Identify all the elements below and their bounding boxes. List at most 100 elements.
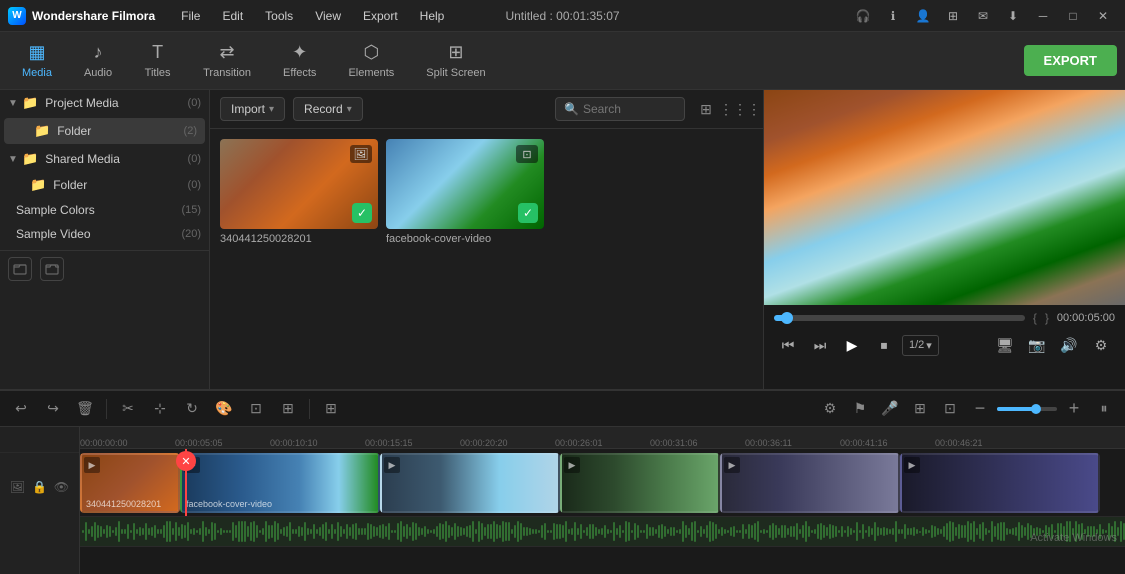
speed-selector[interactable]: 1/2 ▾ <box>902 335 939 356</box>
audio-btn[interactable]: ⊞ <box>275 396 301 422</box>
waveform-bar <box>526 527 528 537</box>
waveform-bar <box>388 523 390 539</box>
play-button[interactable]: ▶ <box>838 331 866 359</box>
grid-icon[interactable]: ⊞ <box>939 5 967 27</box>
export-button[interactable]: EXPORT <box>1024 45 1117 76</box>
sidebar-item-project-media[interactable]: ▼ 📁 Project Media (0) <box>0 90 209 116</box>
menu-edit[interactable]: Edit <box>212 5 253 27</box>
zoom-slider[interactable] <box>997 407 1057 411</box>
menu-help[interactable]: Help <box>410 5 455 27</box>
filter-button[interactable]: ⊞ <box>693 96 719 122</box>
stop-button[interactable]: ⏹ <box>870 331 898 359</box>
track-eye-icon[interactable]: 👁 <box>53 478 71 496</box>
menu-export[interactable]: Export <box>353 5 408 27</box>
settings-icon[interactable]: ⚙ <box>817 396 843 422</box>
waveform-bar <box>1018 522 1020 541</box>
sidebar-item-sample-colors[interactable]: Sample Colors (15) <box>0 198 209 222</box>
skip-back-button[interactable]: ⏮ <box>774 331 802 359</box>
track-lock-icon[interactable]: 🔒 <box>31 478 49 496</box>
waveform-bar <box>997 523 999 540</box>
video-clip-1[interactable]: ▶ 340441250028201 <box>80 453 180 513</box>
video-clip-2[interactable]: ▶ facebook-cover-video <box>180 453 380 513</box>
sidebar-item-shared-media[interactable]: ▼ 📁 Shared Media (0) <box>0 146 209 172</box>
video-clip-4[interactable]: ▶ <box>560 453 720 513</box>
record-button[interactable]: Record ▾ <box>293 97 363 121</box>
video-clip-5[interactable]: ▶ <box>720 453 900 513</box>
waveform-bar <box>751 525 753 538</box>
color-button[interactable]: 🎨 <box>211 396 237 422</box>
waveform-bar <box>703 529 705 534</box>
download-icon[interactable]: ⬇ <box>999 5 1027 27</box>
maximize-button[interactable]: □ <box>1059 5 1087 27</box>
waveform-bar <box>580 524 582 539</box>
waveform-bar <box>442 524 444 538</box>
waveform-bar <box>292 529 294 534</box>
menu-tools[interactable]: Tools <box>255 5 303 27</box>
delete-button[interactable]: 🗑 <box>72 396 98 422</box>
tab-audio[interactable]: ♪ Audio <box>70 36 126 86</box>
playhead-handle[interactable]: ✕ <box>176 451 196 471</box>
remove-folder-button[interactable] <box>40 257 64 281</box>
media-item-video1[interactable]: 🖼 ✓ 340441250028201 <box>220 139 378 245</box>
video-clip-6[interactable]: ▶ <box>900 453 1100 513</box>
undo-button[interactable]: ↩ <box>8 396 34 422</box>
tab-elements[interactable]: ⬡ Elements <box>334 36 408 86</box>
tab-splitscreen[interactable]: ⊞ Split Screen <box>412 36 499 86</box>
import-button[interactable]: Import ▾ <box>220 97 285 121</box>
playhead[interactable]: ✕ <box>185 449 187 516</box>
mic-button[interactable]: 🎤 <box>877 396 903 422</box>
waveform-bar <box>874 522 876 540</box>
headphone-icon[interactable]: 🎧 <box>849 5 877 27</box>
zoom-in-button[interactable]: + <box>1061 396 1087 422</box>
titlebar: W Wondershare Filmora File Edit Tools Vi… <box>0 0 1125 32</box>
marker-button[interactable]: ⚑ <box>847 396 873 422</box>
grid-view-button[interactable]: ⋮⋮⋮ <box>727 96 753 122</box>
waveform-bar <box>943 526 945 536</box>
zoom-out-button[interactable]: − <box>967 396 993 422</box>
menu-view[interactable]: View <box>305 5 351 27</box>
tab-effects[interactable]: ✦ Effects <box>269 36 330 86</box>
menu-file[interactable]: File <box>171 5 210 27</box>
info-icon[interactable]: ℹ <box>879 5 907 27</box>
waveform-bar <box>763 529 765 535</box>
step-back-button[interactable]: ⏭ <box>806 331 834 359</box>
sidebar-item-shared-folder[interactable]: 📁 Folder (0) <box>0 172 209 198</box>
search-input[interactable] <box>583 102 673 116</box>
monitor-icon[interactable]: 🖥 <box>991 331 1019 359</box>
close-button[interactable]: ✕ <box>1089 5 1117 27</box>
sidebar-item-folder[interactable]: 📁 Folder (2) <box>4 118 205 144</box>
crop-button[interactable]: ⊹ <box>147 396 173 422</box>
user-icon[interactable]: 👤 <box>909 5 937 27</box>
waveform-bar <box>946 523 948 540</box>
video-clip-3[interactable]: ▶ <box>380 453 560 513</box>
minimize-button[interactable]: ─ <box>1029 5 1057 27</box>
waveform-bar <box>436 526 438 537</box>
waveform-bar <box>400 521 402 542</box>
waveform-bar <box>184 525 186 537</box>
preview-slider[interactable] <box>774 315 1025 321</box>
media-item-video2[interactable]: ⊡ ✓ facebook-cover-video <box>386 139 544 245</box>
volume-button[interactable]: 🔊 <box>1055 331 1083 359</box>
snapshot-button[interactable]: ⊡ <box>937 396 963 422</box>
add-folder-button[interactable] <box>8 257 32 281</box>
tab-titles[interactable]: T Titles <box>130 36 185 86</box>
expand-button[interactable]: ⊞ <box>318 396 344 422</box>
tab-media[interactable]: ▦ Media <box>8 36 66 86</box>
sidebar-item-sample-video[interactable]: Sample Video (20) <box>0 222 209 246</box>
screenshot-button[interactable]: 📷 <box>1023 331 1051 359</box>
redo-button[interactable]: ↪ <box>40 396 66 422</box>
settings-button[interactable]: ⚙ <box>1087 331 1115 359</box>
email-icon[interactable]: ✉ <box>969 5 997 27</box>
audio-waveform <box>80 517 1125 546</box>
transform-button[interactable]: ⊡ <box>243 396 269 422</box>
waveform-bar <box>298 526 300 536</box>
rotate-button[interactable]: ↻ <box>179 396 205 422</box>
tab-transition[interactable]: ⇄ Transition <box>189 36 265 86</box>
cut-button[interactable]: ✂ <box>115 396 141 422</box>
record-timeline-button[interactable]: ⊞ <box>907 396 933 422</box>
track-thumbnail-icon[interactable]: 🖼 <box>9 478 27 496</box>
waveform-bar <box>94 522 96 542</box>
waveform-bar <box>277 523 279 540</box>
fullscreen-button[interactable]: ⏸ <box>1091 396 1117 422</box>
waveform-bar <box>469 525 471 539</box>
